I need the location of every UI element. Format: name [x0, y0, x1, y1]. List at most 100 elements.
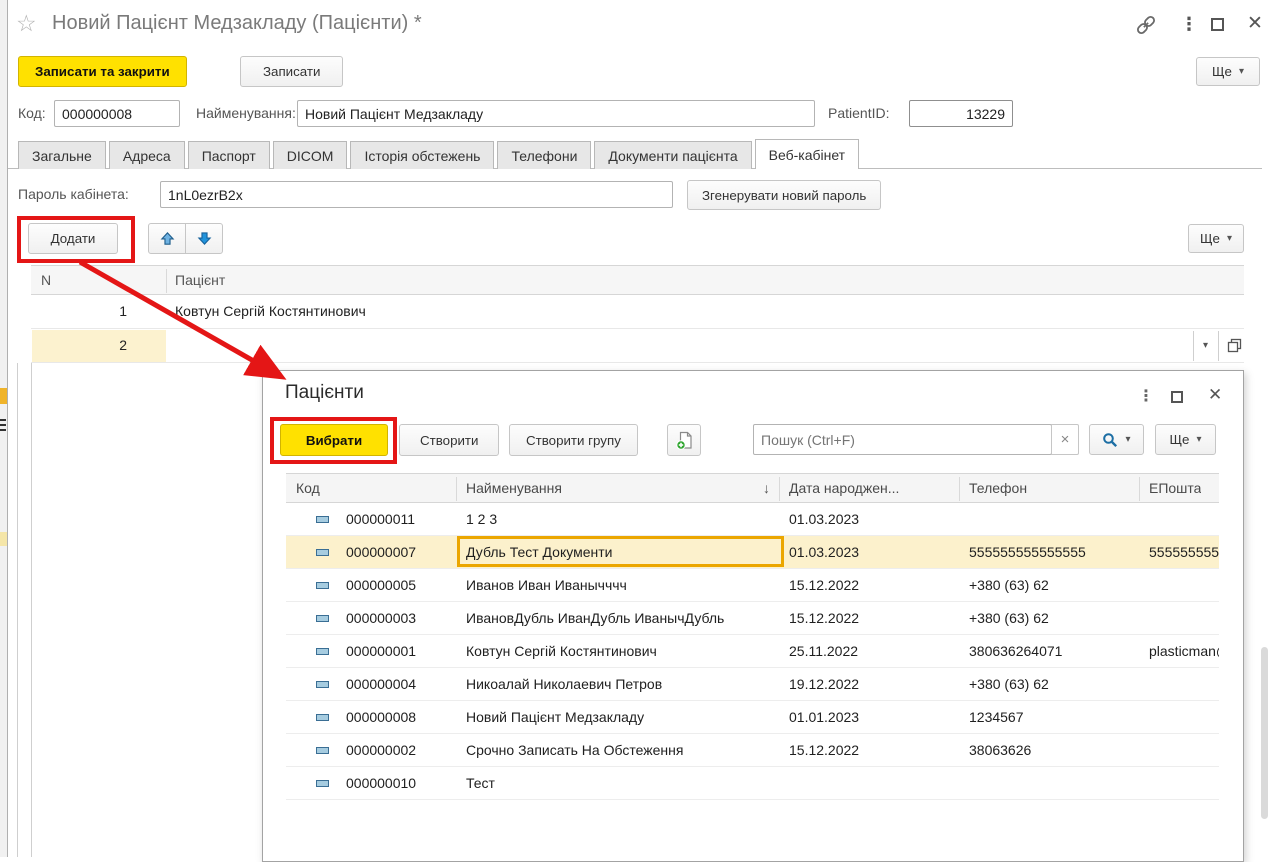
cell-n: 2	[31, 329, 127, 362]
password-input[interactable]	[160, 181, 673, 208]
table-row[interactable]: 000000008 Новий Пацієнт Медзакладу 01.01…	[286, 701, 1219, 734]
column-divider	[1139, 477, 1140, 501]
catalog-item-icon	[316, 780, 329, 787]
cell-name: ИвановДубль ИванДубль ИванычДубль	[466, 602, 762, 635]
patientid-input[interactable]	[909, 100, 1013, 127]
password-label: Пароль кабінета:	[18, 181, 129, 208]
table-row[interactable]: 000000005 Иванов Иван Иванычччч 15.12.20…	[286, 569, 1219, 602]
open-item-button[interactable]	[1227, 338, 1242, 353]
move-up-button[interactable]	[148, 223, 186, 254]
menu-dots-icon[interactable]: ⋮	[1180, 14, 1198, 35]
catalog-item-icon	[316, 516, 329, 523]
favorite-star-icon[interactable]: ☆	[16, 10, 37, 37]
tab-istoria-obstezhen[interactable]: Історія обстежень	[350, 141, 494, 169]
cell-name: Новий Пацієнт Медзакладу	[466, 701, 762, 734]
tab-dicom[interactable]: DICOM	[273, 141, 348, 169]
new-document-plus-icon	[676, 431, 693, 450]
cell-phone: 380636264071	[969, 635, 1137, 668]
close-button[interactable]: ✕	[1247, 12, 1263, 35]
column-header-birthdate[interactable]: Дата народжен...	[789, 474, 957, 503]
search-options-button[interactable]: ▾	[1089, 424, 1144, 455]
cell-birthdate: 25.11.2022	[789, 635, 949, 668]
search-icon	[1102, 432, 1118, 448]
tab-telefony[interactable]: Телефони	[497, 141, 591, 169]
more-button-top[interactable]: Ще ▾	[1196, 57, 1260, 86]
link-icon[interactable]	[1134, 16, 1158, 34]
move-down-button[interactable]	[185, 223, 223, 254]
clear-icon: ×	[1061, 431, 1070, 448]
cell-phone: +380 (63) 62	[969, 602, 1137, 635]
modal-table-body: 000000011 1 2 3 01.03.2023 000000007 Дуб…	[286, 503, 1219, 800]
chevron-down-icon: ▾	[1125, 435, 1130, 445]
tab-pasport[interactable]: Паспорт	[188, 141, 270, 169]
table-row[interactable]: 1 Ковтун Сергій Костянтинович	[31, 295, 1244, 329]
patientid-label: PatientID:	[828, 100, 889, 127]
code-input[interactable]	[54, 100, 180, 127]
cell-name: Тест	[466, 767, 762, 800]
tab-adresa[interactable]: Адреса	[109, 141, 185, 169]
chevron-down-icon: ▾	[1239, 67, 1244, 77]
modal-close-button[interactable]: ✕	[1208, 385, 1222, 405]
column-header-code[interactable]: Код	[296, 474, 320, 503]
more-button-label: Ще	[1212, 64, 1232, 79]
cell-birthdate: 01.03.2023	[789, 503, 949, 536]
column-header-name[interactable]: Найменування	[466, 474, 562, 503]
combo-dropdown-button[interactable]: ▾	[1203, 341, 1208, 351]
create-group-button[interactable]: Створити групу	[509, 424, 638, 456]
sort-descending-icon: ↓	[763, 474, 770, 503]
underlying-window-strip	[0, 0, 8, 857]
cell-name: Срочно Записать На Обстеження	[466, 734, 762, 767]
column-divider	[779, 477, 780, 501]
column-header-patient[interactable]: Пацієнт	[175, 266, 225, 295]
add-button[interactable]: Додати	[28, 223, 118, 254]
table-row[interactable]: 000000010 Тест	[286, 767, 1219, 800]
more-button-label: Ще	[1170, 432, 1190, 447]
tab-veb-kabinet[interactable]: Веб-кабінет	[755, 139, 859, 169]
save-and-close-button[interactable]: Записати та закрити	[18, 56, 187, 87]
column-header-email[interactable]: ЕПошта	[1149, 474, 1201, 503]
cell-birthdate: 15.12.2022	[789, 734, 949, 767]
table-row[interactable]: 000000003 ИвановДубль ИванДубль ИванычДу…	[286, 602, 1219, 635]
chevron-down-icon: ▾	[1227, 234, 1232, 244]
search-input[interactable]	[753, 424, 1052, 455]
table-row[interactable]: 000000007 Дубль Тест Документи 01.03.202…	[286, 536, 1219, 569]
select-button[interactable]: Вибрати	[280, 424, 388, 456]
tab-dokumenty-patsienta[interactable]: Документи пацієнта	[594, 141, 751, 169]
name-input[interactable]	[297, 100, 815, 127]
chevron-down-icon: ▾	[1196, 435, 1201, 445]
underlying-window-fragment	[0, 429, 6, 431]
vertical-scrollbar-thumb[interactable]	[1261, 647, 1268, 819]
more-button-list[interactable]: Ще ▾	[1188, 224, 1244, 253]
divider	[1218, 331, 1219, 361]
cell-phone: +380 (63) 62	[969, 569, 1137, 602]
catalog-item-icon	[316, 681, 329, 688]
patients-modal: Пацієнти ⋮ ✕ Вибрати Створити Створити г…	[262, 370, 1244, 862]
create-item-icon-button[interactable]	[667, 424, 701, 456]
cell-phone: 555555555555555	[969, 536, 1137, 569]
cell-phone: 38063626	[969, 734, 1137, 767]
column-header-n[interactable]: N	[41, 266, 51, 295]
more-button-modal[interactable]: Ще ▾	[1155, 424, 1216, 455]
modal-maximize-button[interactable]	[1171, 391, 1183, 403]
cell-code: 000000002	[346, 734, 458, 767]
catalog-item-icon	[316, 648, 329, 655]
create-button[interactable]: Створити	[399, 424, 499, 456]
clear-search-button[interactable]: ×	[1051, 424, 1079, 455]
maximize-button[interactable]	[1211, 18, 1224, 31]
tab-zahalne[interactable]: Загальне	[18, 141, 106, 169]
column-divider	[166, 269, 167, 293]
cell-birthdate: 01.01.2023	[789, 701, 949, 734]
column-header-phone[interactable]: Телефон	[969, 474, 1027, 503]
catalog-item-icon	[316, 714, 329, 721]
form-border	[17, 363, 18, 857]
table-row[interactable]: 2 ▾	[31, 329, 1244, 363]
table-row[interactable]: 000000011 1 2 3 01.03.2023	[286, 503, 1219, 536]
save-button[interactable]: Записати	[240, 56, 343, 87]
modal-menu-dots-icon[interactable]: ⋮	[1138, 386, 1154, 406]
table-row[interactable]: 000000004 Никоалай Николаевич Петров 19.…	[286, 668, 1219, 701]
table-row[interactable]: 000000001 Ковтун Сергій Костянтинович 25…	[286, 635, 1219, 668]
cell-name: Ковтун Сергій Костянтинович	[466, 635, 762, 668]
generate-password-button[interactable]: Згенерувати новий пароль	[687, 180, 881, 210]
table-row[interactable]: 000000002 Срочно Записать На Обстеження …	[286, 734, 1219, 767]
cell-code: 000000003	[346, 602, 458, 635]
